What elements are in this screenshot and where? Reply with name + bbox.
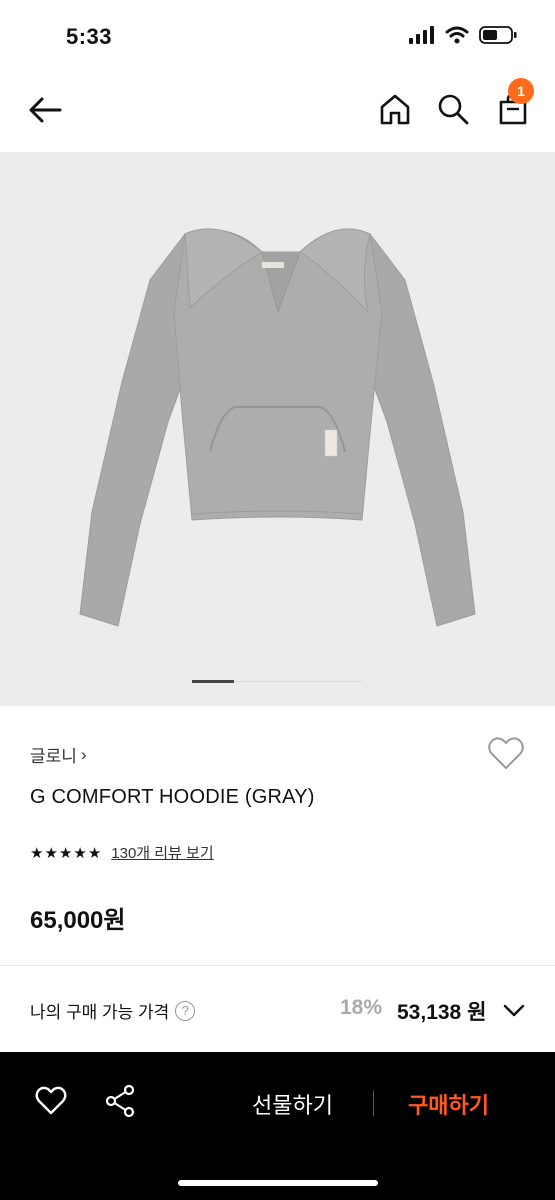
- share-icon[interactable]: [104, 1084, 138, 1118]
- wishlist-heart-icon[interactable]: [487, 736, 525, 772]
- buy-button[interactable]: 구매하기: [408, 1088, 489, 1120]
- signal-icon: [409, 26, 434, 44]
- discount-rate: 18%: [340, 996, 383, 1019]
- battery-icon: [479, 26, 517, 44]
- chevron-right-icon: ›: [80, 744, 87, 764]
- star-icon: ★: [58, 844, 73, 862]
- review-link[interactable]: 130개 리뷰 보기: [111, 842, 213, 863]
- status-time: 5:33: [66, 24, 113, 49]
- home-indicator: [178, 1180, 378, 1186]
- carousel-indicator-active: [192, 680, 234, 683]
- discounted-price: 53,138 원: [397, 1001, 487, 1024]
- question-circle-icon[interactable]: ?: [175, 1000, 196, 1021]
- cart-count-badge: 1: [508, 78, 534, 104]
- my-price-label: 나의 구매 가능 가격: [30, 1003, 170, 1022]
- star-icon: ★: [44, 844, 58, 862]
- wifi-icon: [445, 26, 469, 44]
- status-icons: [409, 26, 517, 44]
- brand-link[interactable]: 글로니 ›: [30, 742, 87, 767]
- brand-name: 글로니: [30, 747, 77, 766]
- gift-button[interactable]: 선물하기: [252, 1088, 333, 1120]
- my-price-label-group: 나의 구매 가능 가격 ?: [30, 998, 196, 1023]
- star-icon: ★: [30, 844, 44, 862]
- heart-icon[interactable]: [34, 1084, 68, 1118]
- chevron-down-icon[interactable]: [500, 996, 528, 1024]
- carousel-indicator-track: [234, 681, 362, 682]
- my-price-row[interactable]: 나의 구매 가능 가격 ? 18% 53,138 원: [0, 966, 555, 1052]
- carousel-indicator: [192, 680, 362, 683]
- product-image-carousel[interactable]: [0, 152, 555, 706]
- back-arrow-icon[interactable]: [26, 90, 66, 130]
- product-info: 글로니 › G COMFORT HOODIE (GRAY) ★ ★ ★ ★ ★ …: [0, 706, 555, 966]
- app-header: 1: [0, 72, 555, 152]
- star-icon: ★: [73, 844, 87, 862]
- star-icon: ★: [87, 844, 102, 862]
- button-divider: [373, 1090, 374, 1116]
- product-name: G COMFORT HOODIE (GRAY): [30, 786, 315, 808]
- hoodie-image: [79, 228, 476, 627]
- rating: ★ ★ ★ ★ ★ 130개 리뷰 보기: [30, 842, 214, 863]
- home-icon[interactable]: [378, 92, 412, 126]
- bottom-action-bar: 선물하기 구매하기: [0, 1052, 555, 1200]
- product-price: 65,000원: [30, 907, 126, 934]
- search-icon[interactable]: [436, 92, 470, 126]
- status-bar: 5:33: [0, 0, 555, 72]
- star-rating: ★ ★ ★ ★ ★: [30, 844, 101, 862]
